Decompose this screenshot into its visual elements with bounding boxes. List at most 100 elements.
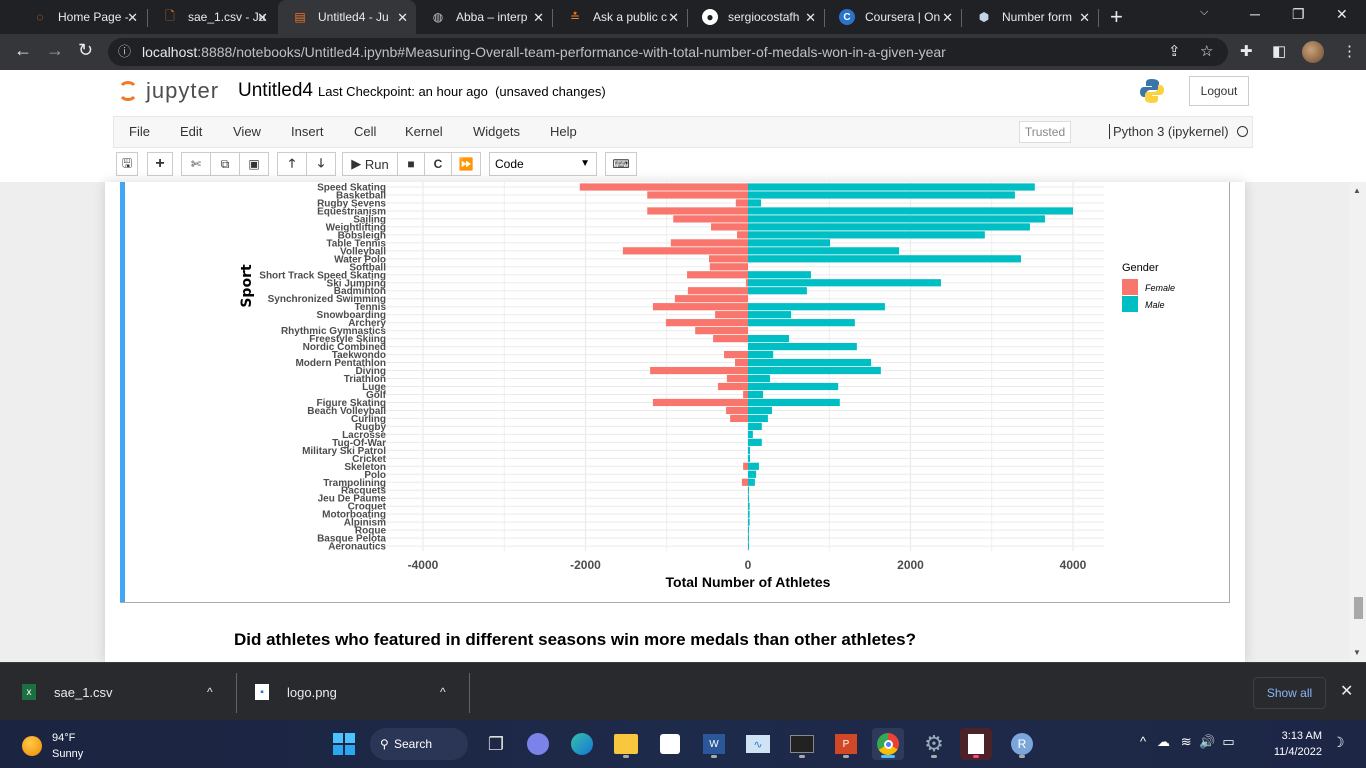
tab-stackoverflow[interactable]: ≛ Ask a public c ✕ bbox=[553, 0, 687, 34]
onedrive-off-icon[interactable]: ☁ bbox=[1157, 734, 1170, 749]
menu-file[interactable]: File bbox=[129, 124, 150, 139]
tab-coursera[interactable]: C Coursera | On ✕ bbox=[825, 0, 961, 34]
extensions-icon[interactable]: ✚ bbox=[1240, 42, 1253, 60]
close-tab-icon[interactable]: ✕ bbox=[942, 10, 953, 26]
wifi-icon[interactable]: ≋ bbox=[1181, 734, 1192, 749]
scroll-up-icon[interactable]: ▲ bbox=[1353, 186, 1361, 195]
share-icon[interactable]: ⇪ bbox=[1168, 38, 1181, 66]
bar-male bbox=[748, 470, 757, 478]
restart-icon: C bbox=[433, 157, 443, 171]
store-button[interactable] bbox=[654, 728, 686, 760]
close-window-button[interactable]: ✕ bbox=[1336, 6, 1348, 23]
tab-home-page[interactable]: ◌ Home Page - ✕ bbox=[18, 0, 146, 34]
close-tab-icon[interactable]: ✕ bbox=[127, 10, 138, 26]
move-down-button[interactable]: 🡓 bbox=[306, 152, 336, 176]
tab-abba[interactable]: ◍ Abba – interp ✕ bbox=[416, 0, 552, 34]
tab-github[interactable]: ● sergiocostafh ✕ bbox=[688, 0, 824, 34]
close-tab-icon[interactable]: ✕ bbox=[397, 10, 408, 26]
chevron-up-icon[interactable]: ^ bbox=[440, 685, 446, 699]
save-button[interactable]: 🖫 bbox=[116, 152, 138, 176]
page-scrollbar[interactable]: ▲ ▼ bbox=[1350, 182, 1366, 662]
taskbar-clock[interactable]: 3:13 AM 11/4/2022 bbox=[1270, 728, 1322, 760]
volume-icon[interactable]: 🔊 bbox=[1199, 734, 1215, 749]
tab-number-format[interactable]: ⬢ Number form ✕ bbox=[962, 0, 1098, 34]
teams-chat-button[interactable] bbox=[522, 728, 554, 760]
task-view-button[interactable]: ❐ bbox=[480, 728, 512, 760]
restart-button[interactable]: C bbox=[424, 152, 452, 176]
tab-search-icon[interactable]: ⌵ bbox=[1200, 6, 1208, 19]
close-tab-icon[interactable]: ✕ bbox=[668, 10, 679, 26]
run-button[interactable]: ▶ Run bbox=[342, 152, 398, 176]
chevron-up-icon[interactable]: ^ bbox=[1140, 734, 1146, 749]
close-tab-icon[interactable]: ✕ bbox=[533, 10, 544, 26]
close-tab-icon[interactable]: ✕ bbox=[805, 10, 816, 26]
tab-sae-csv[interactable]: 🗋 sae_1.csv - Ju ✕ bbox=[148, 0, 276, 34]
bar-female bbox=[737, 231, 748, 239]
reload-button[interactable]: ↻ bbox=[78, 40, 93, 61]
side-panel-icon[interactable]: ◧ bbox=[1272, 42, 1286, 60]
command-palette-button[interactable]: ⌨ bbox=[605, 152, 637, 176]
tab-untitled4[interactable]: ▤ Untitled4 - Ju ✕ bbox=[278, 0, 416, 34]
settings-button[interactable]: ⚙ bbox=[918, 728, 950, 760]
menu-kernel[interactable]: Kernel bbox=[405, 124, 443, 139]
system-tray: ^ ☁ ≋ 🔊 ▭ bbox=[1140, 734, 1235, 750]
kernel-name[interactable]: Python 3 (ipykernel) bbox=[1109, 124, 1229, 139]
file-explorer-button[interactable] bbox=[610, 728, 642, 760]
copy-button[interactable]: ⧉ bbox=[210, 152, 240, 176]
terminal-button[interactable] bbox=[786, 728, 818, 760]
move-up-button[interactable]: 🡑 bbox=[277, 152, 307, 176]
powerpoint-button[interactable]: P bbox=[830, 728, 862, 760]
menu-view[interactable]: View bbox=[233, 124, 261, 139]
close-tab-icon[interactable]: ✕ bbox=[1079, 10, 1090, 26]
bar-female bbox=[735, 358, 748, 367]
show-all-downloads-button[interactable]: Show all bbox=[1253, 677, 1326, 709]
notifications-icon[interactable]: ☽ bbox=[1332, 734, 1345, 751]
cell-type-select[interactable]: Code ▼ bbox=[489, 152, 597, 176]
scroll-down-icon[interactable]: ▼ bbox=[1353, 648, 1361, 657]
download-item-logo-png[interactable]: ▪ logo.png ^ bbox=[255, 663, 460, 721]
profile-avatar[interactable] bbox=[1302, 41, 1324, 63]
close-tab-icon[interactable]: ✕ bbox=[257, 10, 268, 26]
start-button[interactable] bbox=[328, 728, 360, 760]
scrollbar-thumb[interactable] bbox=[1354, 597, 1363, 619]
edge-button[interactable] bbox=[566, 728, 598, 760]
word-button[interactable]: W bbox=[698, 728, 730, 760]
folder-icon bbox=[614, 734, 638, 754]
paste-button[interactable]: ▣ bbox=[239, 152, 269, 176]
site-info-icon[interactable]: ⓘ bbox=[118, 38, 131, 66]
forward-button[interactable]: → bbox=[46, 40, 64, 61]
menu-help[interactable]: Help bbox=[550, 124, 577, 139]
battery-icon[interactable]: ▭ bbox=[1222, 734, 1234, 749]
interrupt-button[interactable]: ■ bbox=[397, 152, 425, 176]
menu-edit[interactable]: Edit bbox=[180, 124, 202, 139]
download-item-sae-csv[interactable]: x sae_1.csv ^ bbox=[22, 663, 227, 721]
new-tab-button[interactable]: + bbox=[1110, 4, 1123, 30]
bar-female bbox=[650, 366, 748, 375]
r-console-button[interactable]: R bbox=[1006, 728, 1038, 760]
insert-cell-button[interactable]: + bbox=[147, 152, 173, 176]
menu-widgets[interactable]: Widgets bbox=[473, 124, 520, 139]
weather-widget[interactable]: 94°F Sunny bbox=[22, 730, 83, 762]
browser-menu-icon[interactable]: ⋮ bbox=[1342, 42, 1357, 60]
jupyter-logo[interactable]: jupyter bbox=[118, 78, 219, 104]
logout-button[interactable]: Logout bbox=[1189, 76, 1249, 106]
minimize-button[interactable]: ─ bbox=[1250, 6, 1260, 22]
menu-insert[interactable]: Insert bbox=[291, 124, 324, 139]
notepad-button[interactable] bbox=[960, 728, 992, 760]
bar-male bbox=[748, 350, 774, 359]
back-button[interactable]: ← bbox=[14, 40, 32, 61]
chrome-button[interactable] bbox=[872, 728, 904, 760]
cut-button[interactable]: ✄ bbox=[181, 152, 211, 176]
restore-button[interactable]: ❐ bbox=[1292, 6, 1305, 23]
trusted-indicator[interactable]: Trusted bbox=[1019, 121, 1071, 143]
run-all-button[interactable]: ⏩ bbox=[451, 152, 481, 176]
chevron-up-icon[interactable]: ^ bbox=[207, 685, 213, 699]
resource-monitor-button[interactable]: ∿ bbox=[742, 728, 774, 760]
taskbar-search[interactable]: ⚲ Search bbox=[370, 728, 468, 760]
menu-cell[interactable]: Cell bbox=[354, 124, 376, 139]
close-downloads-icon[interactable]: ✕ bbox=[1340, 681, 1353, 701]
jupyter-page: jupyter Untitled4 Last Checkpoint: an ho… bbox=[0, 70, 1366, 662]
notebook-name[interactable]: Untitled4 bbox=[238, 80, 313, 102]
address-bar[interactable]: ⓘ localhost:8888/notebooks/Untitled4.ipy… bbox=[108, 38, 1228, 66]
bookmark-star-icon[interactable]: ☆ bbox=[1200, 38, 1213, 66]
